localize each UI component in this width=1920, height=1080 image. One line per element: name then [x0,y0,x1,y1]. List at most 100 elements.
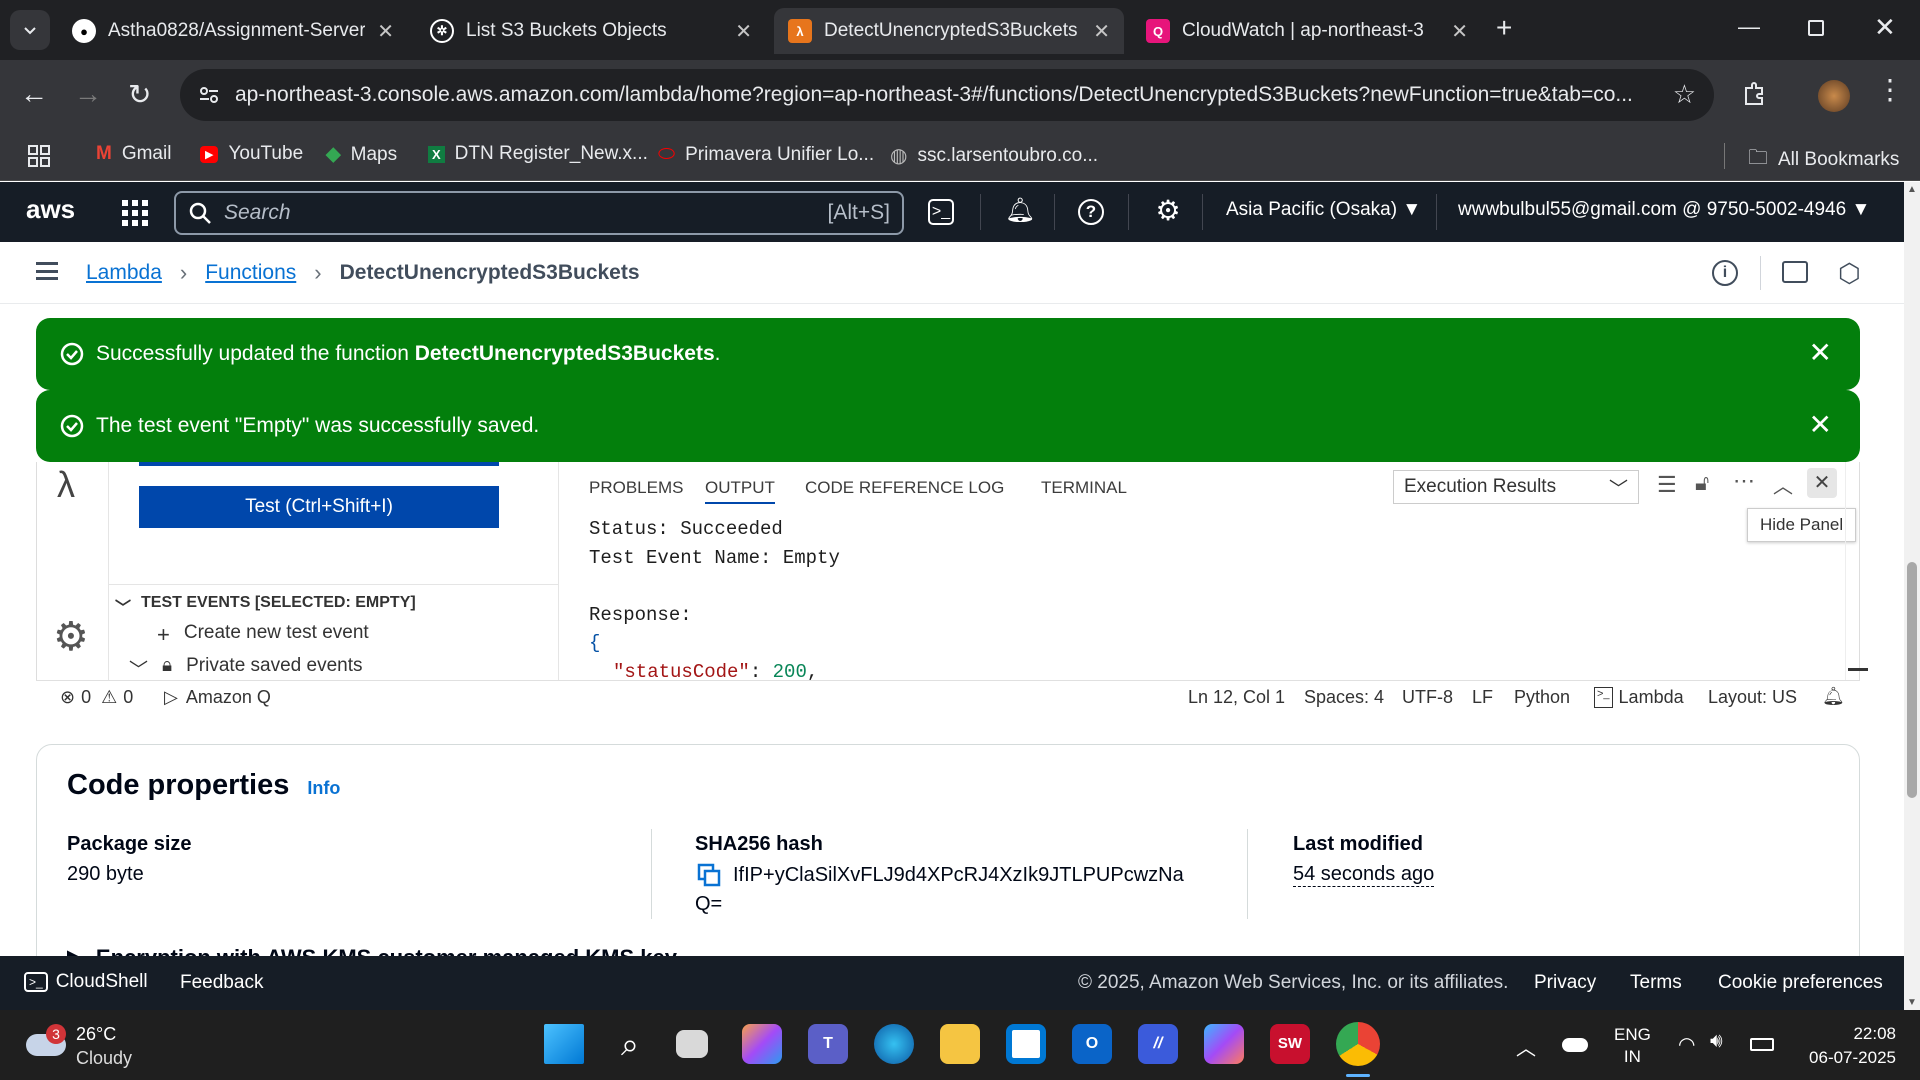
bell-icon[interactable]: 🔔︎ [1004,196,1036,228]
new-tab-icon[interactable]: + [1496,12,1512,44]
task-view-icon[interactable] [676,1030,708,1058]
volume-icon[interactable]: 🔊︎ [1710,1030,1723,1053]
tab-code-reference-log[interactable]: CODE REFERENCE LOG [805,478,1004,498]
m365-icon[interactable] [1204,1024,1244,1064]
more-actions-icon[interactable]: ⋯ [1733,468,1755,494]
bookmark-primavera[interactable]: ⬭ Primavera Unifier Lo... [658,143,874,166]
results-select[interactable]: Execution Results ﹀ [1393,470,1639,504]
problems-indicator[interactable]: ⊗ 0 ⚠ 0 [60,687,133,708]
edge-icon[interactable] [874,1024,914,1064]
powerautomate-icon[interactable]: // [1138,1024,1178,1064]
hamburger-menu-icon[interactable] [36,262,58,280]
lock-scroll-icon[interactable]: 🔓︎ [1695,470,1709,496]
screen-icon[interactable] [1782,261,1808,283]
search-icon[interactable]: ⌕ [610,1024,650,1064]
bookmark-dtn[interactable]: X DTN Register_New.x... [428,143,648,165]
language-indicator[interactable]: ENG IN [1614,1024,1651,1068]
scroll-down-arrow[interactable]: ▼ [1907,997,1917,1008]
tab-terminal[interactable]: TERMINAL [1041,478,1127,498]
file-explorer-icon[interactable] [940,1024,980,1064]
reload-icon[interactable]: ↻ [128,78,151,111]
breadcrumb-functions[interactable]: Functions [205,261,296,285]
browser-tab-github[interactable]: ● Astha0828/Assignment-Serverl ✕ [58,8,408,54]
bookmark-maps[interactable]: ◆ Maps [326,143,397,166]
tab-search-button[interactable] [10,10,50,50]
test-events-header[interactable]: ﹀ TEST EVENTS [SELECTED: EMPTY] [115,594,416,618]
gear-icon[interactable]: ⚙ [53,614,89,660]
feedback-link[interactable]: Feedback [180,972,263,994]
aws-logo[interactable]: aws [26,194,75,225]
keyboard-layout[interactable]: Layout: US [1708,687,1797,708]
close-icon[interactable]: ✕ [377,19,394,44]
close-icon[interactable]: ✕ [1451,19,1468,44]
bookmark-star-icon[interactable]: ☆ [1673,79,1696,110]
region-selector[interactable]: Asia Pacific (Osaka) ▼ [1226,199,1421,221]
onedrive-icon[interactable] [1562,1038,1588,1052]
window-close-icon[interactable]: ✕ [1874,12,1896,43]
cloudshell-icon[interactable]: >_ [928,199,954,225]
extensions-icon[interactable] [1740,80,1768,108]
hide-panel-close-icon[interactable]: ✕ [1807,468,1837,498]
close-icon[interactable]: ✕ [735,19,752,44]
amazon-q-status[interactable]: ▷ Amazon Q [164,687,271,708]
cookie-preferences-link[interactable]: Cookie preferences [1718,972,1883,994]
gear-icon[interactable]: ⚙ [1152,196,1184,228]
browser-tab-lambda[interactable]: λ DetectUnencryptedS3Buckets | ✕ [774,8,1124,54]
notifications-bell-icon[interactable]: 🔔︎ [1822,686,1845,707]
bookmark-ssc[interactable]: ◍ ssc.larsentoubro.co... [890,143,1098,168]
language-mode[interactable]: Python [1514,687,1570,708]
copy-icon[interactable] [697,863,721,887]
restore-icon[interactable] [1808,20,1824,36]
profile-avatar[interactable] [1818,80,1850,112]
breadcrumb-lambda[interactable]: Lambda [86,261,162,285]
settings-hex-icon[interactable]: ⬡ [1838,258,1861,289]
outlook-icon[interactable]: O [1072,1024,1112,1064]
file-encoding[interactable]: UTF-8 [1402,687,1453,708]
wifi-icon[interactable]: ◠ [1678,1032,1695,1057]
cloudshell-footer-button[interactable]: >_ CloudShell [24,971,148,993]
tab-problems[interactable]: PROBLEMS [589,478,683,498]
info-link[interactable]: Info [307,778,340,799]
dismiss-close-icon[interactable]: ✕ [1809,336,1832,369]
page-scrollbar[interactable]: ▲ ▼ [1904,182,1920,1010]
scroll-up-arrow[interactable]: ▲ [1907,184,1917,195]
lambda-icon[interactable]: λ [57,464,75,506]
lambda-status[interactable]: >_ Lambda [1594,687,1684,708]
scroll-thumb[interactable] [1907,562,1917,798]
menu-icon[interactable]: ⋮ [1876,76,1904,104]
create-test-event[interactable]: + Create new test event [157,622,369,648]
help-icon[interactable]: ? [1078,199,1104,225]
teams-icon[interactable]: T [808,1024,848,1064]
all-bookmarks[interactable]: 🗀 All Bookmarks [1748,143,1899,177]
clear-output-icon[interactable]: ☰ [1657,472,1677,498]
solidworks-icon[interactable]: SW [1270,1024,1310,1064]
tray-overflow-icon[interactable]: ︿ [1516,1032,1536,1061]
copilot-icon[interactable] [742,1024,782,1064]
aws-search-input[interactable]: Search [Alt+S] [174,191,904,235]
windows-start-icon[interactable] [544,1024,584,1064]
forward-icon[interactable]: → [74,78,102,110]
last-modified-value[interactable]: 54 seconds ago [1293,863,1435,887]
close-icon[interactable]: ✕ [1093,19,1110,44]
panel-scrollbar[interactable] [1845,462,1868,680]
line-ending[interactable]: LF [1472,687,1493,708]
test-button[interactable]: Test (Ctrl+Shift+I) [139,486,499,528]
cursor-position[interactable]: Ln 12, Col 1 [1188,687,1285,708]
store-icon[interactable] [1006,1024,1046,1064]
browser-tab-cloudwatch[interactable]: Q CloudWatch | ap-northeast-3 ✕ [1132,8,1482,54]
back-icon[interactable]: ← [20,78,48,110]
account-menu[interactable]: wwwbulbul55@gmail.com @ 9750-5002-4946 ▼ [1458,199,1870,221]
address-bar[interactable]: ap-northeast-3.console.aws.amazon.com/la… [180,69,1714,121]
minimize-icon[interactable]: — [1738,14,1760,40]
terms-link[interactable]: Terms [1630,972,1682,994]
chrome-icon[interactable] [1336,1022,1380,1066]
info-icon[interactable]: i [1712,260,1738,286]
private-saved-events[interactable]: ﹀ 🔒︎ Private saved events [129,655,363,682]
apps-grid-icon[interactable] [28,145,50,167]
clock[interactable]: 22:08 06-07-2025 [1808,1022,1896,1070]
weather-widget[interactable]: 3 26°C Cloudy [26,1024,156,1068]
deploy-button-edge[interactable] [139,462,499,466]
tab-output[interactable]: OUTPUT [705,478,775,504]
privacy-link[interactable]: Privacy [1534,972,1596,994]
services-grid-icon[interactable] [122,200,148,226]
